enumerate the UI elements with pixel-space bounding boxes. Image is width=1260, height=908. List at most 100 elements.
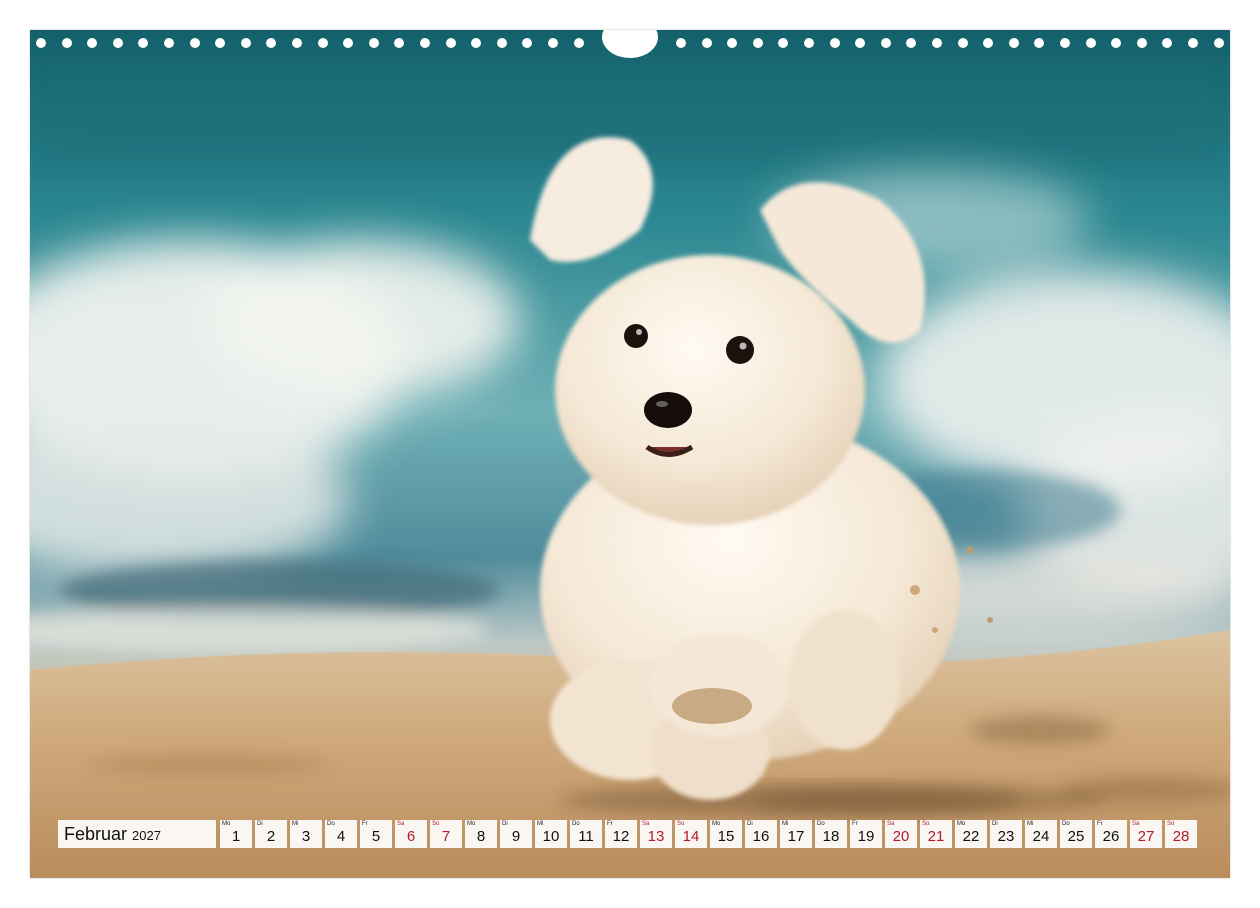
day-number: 27 xyxy=(1137,828,1155,845)
punch-hole xyxy=(752,38,763,48)
punch-hole xyxy=(1213,38,1224,48)
punch-hole xyxy=(1034,38,1045,48)
day-cell: Mi 3 xyxy=(290,820,322,848)
day-abbr: Fr xyxy=(1097,821,1103,827)
punch-hole xyxy=(189,38,200,48)
punch-hole xyxy=(420,38,430,48)
punch-hole xyxy=(112,38,123,48)
punch-hole xyxy=(471,38,482,48)
day-cell: Di 23 xyxy=(990,820,1022,848)
day-abbr: Mo xyxy=(467,821,476,827)
punch-hole xyxy=(266,38,277,48)
day-cell: So 28 xyxy=(1165,820,1197,848)
punch-hole xyxy=(1188,38,1198,48)
punch-hole xyxy=(906,38,917,48)
day-number: 14 xyxy=(682,828,700,845)
day-number: 17 xyxy=(787,828,805,845)
day-number: 21 xyxy=(927,828,945,845)
punch-hole xyxy=(317,38,328,48)
day-number: 1 xyxy=(231,828,241,845)
day-abbr: Sa xyxy=(397,821,405,827)
day-number: 5 xyxy=(371,828,381,845)
day-number: 20 xyxy=(892,828,910,845)
day-abbr: Di xyxy=(257,821,263,827)
punch-hole xyxy=(368,38,379,48)
day-abbr: Fr xyxy=(852,821,858,827)
day-cell: Di 16 xyxy=(745,820,777,848)
calendar-page: Februar 2027 Mo 1 Di 2 Mi 3 Do 4 Fr 5 Sa 6 So 7 Mo 8 Di 9… xyxy=(30,30,1230,878)
month-calendar-strip: Februar 2027 Mo 1 Di 2 Mi 3 Do 4 Fr 5 Sa 6 So 7 Mo 8 Di 9… xyxy=(58,820,1204,850)
punch-hole xyxy=(701,38,712,48)
day-abbr: Fr xyxy=(607,821,613,827)
day-cell: Di 2 xyxy=(255,820,287,848)
punch-hole xyxy=(215,38,226,48)
day-cell: Do 4 xyxy=(325,820,357,848)
day-cell: Mo 22 xyxy=(955,820,987,848)
day-number: 23 xyxy=(997,828,1015,845)
day-number: 15 xyxy=(717,828,735,845)
day-cell: Sa 13 xyxy=(640,820,672,848)
day-abbr: So xyxy=(922,821,930,827)
day-cell: Mo 8 xyxy=(465,820,497,848)
day-number: 7 xyxy=(441,828,451,845)
punch-hole xyxy=(1008,38,1019,48)
punch-hole xyxy=(343,38,354,48)
day-abbr: Mi xyxy=(292,821,299,827)
day-abbr: Mi xyxy=(1027,821,1034,827)
punch-hole xyxy=(445,38,456,48)
day-abbr: Mi xyxy=(782,821,789,827)
day-cell: Do 18 xyxy=(815,820,847,848)
punch-hole xyxy=(394,38,405,48)
day-abbr: Mi xyxy=(537,821,544,827)
day-number: 2 xyxy=(266,828,276,845)
day-abbr: Mo xyxy=(957,821,966,827)
punch-hole xyxy=(676,38,686,48)
punch-hole xyxy=(778,38,789,48)
day-cell: Fr 19 xyxy=(850,820,882,848)
punch-hole xyxy=(87,38,98,48)
punch-hole xyxy=(1111,38,1122,48)
day-number: 4 xyxy=(336,828,346,845)
day-cell: Mi 24 xyxy=(1025,820,1057,848)
day-number: 3 xyxy=(301,828,311,845)
day-abbr: Sa xyxy=(887,821,895,827)
day-number: 9 xyxy=(511,828,521,845)
day-cell: Mo 1 xyxy=(220,820,252,848)
day-number: 10 xyxy=(542,828,560,845)
punch-hole xyxy=(1060,38,1070,48)
day-number: 13 xyxy=(647,828,665,845)
day-abbr: Di xyxy=(992,821,998,827)
punch-hole xyxy=(829,38,840,48)
punch-hole xyxy=(957,38,968,48)
day-abbr: So xyxy=(432,821,440,827)
day-abbr: Mo xyxy=(712,821,721,827)
punch-hole xyxy=(855,38,866,48)
day-number: 8 xyxy=(476,828,486,845)
month-name: Februar xyxy=(64,823,128,844)
day-cell: Sa 6 xyxy=(395,820,427,848)
day-abbr: Sa xyxy=(1132,821,1140,827)
day-cell: Do 11 xyxy=(570,820,602,848)
day-cell: Sa 27 xyxy=(1130,820,1162,848)
day-cell: Mi 17 xyxy=(780,820,812,848)
day-number: 22 xyxy=(962,828,980,845)
punch-hole xyxy=(932,38,942,48)
day-number: 28 xyxy=(1172,828,1190,845)
day-cell: Di 9 xyxy=(500,820,532,848)
day-number: 19 xyxy=(857,828,875,845)
punch-hole xyxy=(983,38,994,48)
day-number: 25 xyxy=(1067,828,1085,845)
day-cell: So 21 xyxy=(920,820,952,848)
day-cell: Mi 10 xyxy=(535,820,567,848)
day-abbr: Di xyxy=(747,821,753,827)
day-cell: So 7 xyxy=(430,820,462,848)
day-cell: Fr 12 xyxy=(605,820,637,848)
day-abbr: Di xyxy=(502,821,508,827)
punch-hole xyxy=(548,38,558,48)
day-number: 6 xyxy=(406,828,416,845)
day-abbr: Do xyxy=(817,821,825,827)
punch-hole xyxy=(164,38,174,48)
day-number: 24 xyxy=(1032,828,1050,845)
punch-hole xyxy=(138,38,149,48)
day-cell: Sa 20 xyxy=(885,820,917,848)
